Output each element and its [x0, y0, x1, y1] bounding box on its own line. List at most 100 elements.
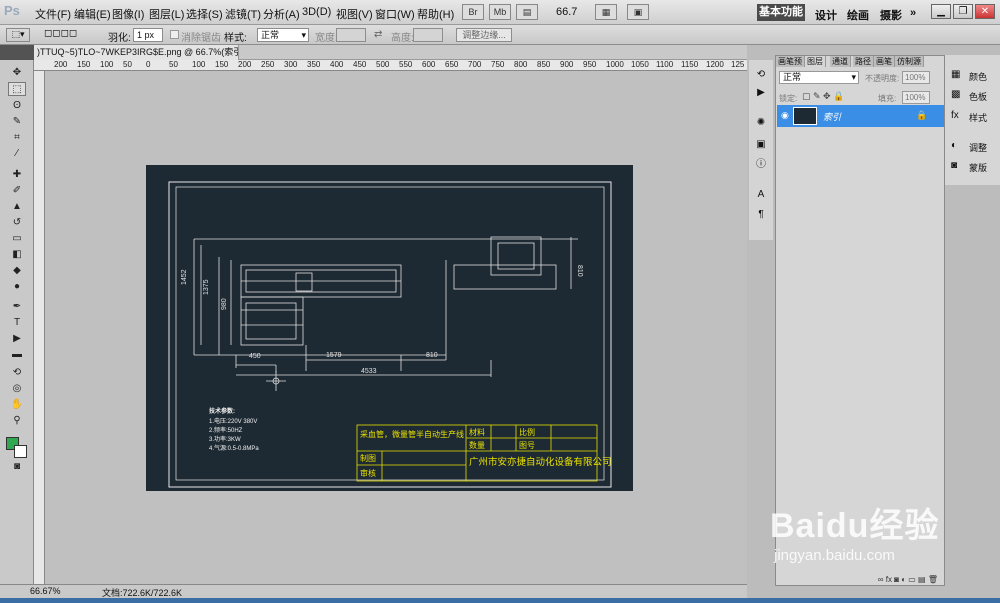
3d-rotate-tool-icon[interactable]: ⟲: [8, 366, 26, 380]
dimension-label: 980: [221, 298, 228, 310]
swap-icon[interactable]: ⇄: [374, 29, 382, 40]
mini-bridge-icon[interactable]: Mb: [489, 4, 511, 20]
layer-thumbnail: [793, 107, 817, 125]
bridge-icon[interactable]: Br: [462, 4, 484, 20]
antialias-checkbox[interactable]: [170, 30, 179, 39]
info-panel-icon[interactable]: ⓘ: [752, 158, 770, 172]
blend-mode-select[interactable]: 正常 ▾: [779, 71, 859, 84]
clone-stamp-tool-icon[interactable]: ▲: [8, 200, 26, 214]
tab-layers[interactable]: 图层: [805, 56, 826, 67]
eye-icon[interactable]: ◉: [781, 110, 789, 121]
workspace-photography[interactable]: 摄影: [880, 7, 902, 23]
dodge-tool-icon[interactable]: ●: [8, 280, 26, 294]
color-panel-icon[interactable]: ▦: [951, 69, 960, 80]
adjustments-panel-icon[interactable]: ◐: [951, 140, 957, 151]
healing-brush-tool-icon[interactable]: ✚: [8, 168, 26, 182]
menu-image[interactable]: 图像(I): [112, 6, 144, 22]
zoom-level-select[interactable]: 66.7: [556, 6, 577, 18]
navigator-panel-icon[interactable]: ▣: [752, 138, 770, 152]
opacity-input[interactable]: 100%: [902, 71, 930, 84]
tab-channels[interactable]: 通道: [830, 56, 851, 67]
ruler-label: 100: [100, 60, 114, 69]
lasso-tool-icon[interactable]: ʘ: [8, 99, 26, 113]
restore-icon[interactable]: ❐: [953, 4, 973, 19]
styles-panel-icon[interactable]: fx: [951, 110, 959, 121]
document-tab[interactable]: )TTUQ~5)TLO~7WKEP3IRG$E.png @ 66.7%(索引) …: [34, 45, 239, 60]
fill-input[interactable]: 100%: [902, 91, 930, 104]
history-brush-tool-icon[interactable]: ↺: [8, 216, 26, 230]
workspace-more[interactable]: »: [910, 7, 916, 19]
history-panel-icon[interactable]: ⟲: [752, 68, 770, 82]
refine-edge-button[interactable]: 调整边缘...: [456, 28, 512, 42]
tab-paths[interactable]: 路径: [853, 56, 874, 67]
view-extras-icon[interactable]: ▤: [516, 4, 538, 20]
crop-tool-icon[interactable]: ⌗: [8, 131, 26, 145]
height-input[interactable]: [413, 28, 443, 42]
canvas-area[interactable]: 1579 4533 810 450 1452 1375 980 810 技术参数…: [45, 71, 747, 584]
blur-tool-icon[interactable]: ◆: [8, 264, 26, 278]
quantity-label: 数量: [469, 440, 485, 450]
close-icon[interactable]: ✕: [975, 4, 995, 19]
hand-tool-icon[interactable]: ✋: [8, 398, 26, 412]
width-input[interactable]: [336, 28, 366, 42]
panel-styles[interactable]: 样式: [969, 111, 987, 124]
pen-tool-icon[interactable]: ✒: [8, 300, 26, 314]
feather-input[interactable]: 1 px: [133, 28, 163, 42]
antialias-label: 消除锯齿: [181, 33, 221, 44]
eraser-tool-icon[interactable]: ▭: [8, 232, 26, 246]
masks-panel-icon[interactable]: ◙: [951, 160, 957, 171]
document-image[interactable]: 1579 4533 810 450 1452 1375 980 810 技术参数…: [146, 165, 633, 491]
quick-select-tool-icon[interactable]: ✎: [8, 115, 26, 129]
move-tool-icon[interactable]: ✥: [8, 66, 26, 80]
tab-brush-presets[interactable]: 画笔预: [776, 56, 805, 67]
style-select[interactable]: 正常 ▾: [257, 28, 309, 42]
selection-mode-icons[interactable]: ◻◻◻◻: [44, 28, 96, 42]
menu-select[interactable]: 选择(S): [186, 6, 223, 22]
minimize-icon[interactable]: ▁: [931, 4, 951, 19]
menu-edit[interactable]: 编辑(E): [74, 6, 111, 22]
marquee-preset-icon[interactable]: ⬚▾: [6, 28, 30, 42]
path-select-tool-icon[interactable]: ▶: [8, 332, 26, 346]
background-color-swatch[interactable]: [14, 445, 27, 458]
layer-name[interactable]: 索引: [823, 110, 841, 123]
workspace-essentials-button[interactable]: 基本功能: [757, 4, 805, 21]
workspace-painting[interactable]: 绘画: [847, 7, 869, 23]
3d-panel-icon[interactable]: ✺: [752, 116, 770, 130]
quick-mask-icon[interactable]: ◙: [8, 460, 26, 474]
workspace-design[interactable]: 设计: [815, 7, 837, 23]
zoom-tool-icon[interactable]: ⚲: [8, 414, 26, 428]
menu-file[interactable]: 文件(F): [35, 6, 71, 22]
menu-filter[interactable]: 滤镜(T): [225, 6, 261, 22]
lock-icons[interactable]: ▢ ✎ ✥ 🔒: [802, 91, 844, 102]
layer-row[interactable]: ◉ 索引 🔒: [777, 105, 944, 127]
menu-window[interactable]: 窗口(W): [375, 6, 415, 22]
actions-panel-icon[interactable]: ▶: [752, 86, 770, 100]
brush-tool-icon[interactable]: ✐: [8, 184, 26, 198]
eyedropper-tool-icon[interactable]: ⁄: [8, 147, 26, 161]
menu-view[interactable]: 视图(V): [336, 6, 373, 22]
paragraph-panel-icon[interactable]: ¶: [752, 208, 770, 222]
type-tool-icon[interactable]: T: [8, 316, 26, 330]
panel-swatches[interactable]: 色板: [969, 90, 987, 103]
marquee-tool-icon[interactable]: ⬚: [8, 82, 26, 96]
character-panel-icon[interactable]: A: [752, 188, 770, 202]
arrange-documents-icon[interactable]: ▦: [595, 4, 617, 20]
menu-help[interactable]: 帮助(H): [417, 6, 454, 22]
3d-orbit-tool-icon[interactable]: ◎: [8, 382, 26, 396]
menu-analysis[interactable]: 分析(A): [263, 6, 300, 22]
lock-icon: 🔒: [916, 110, 928, 120]
menu-3d[interactable]: 3D(D): [302, 6, 331, 18]
panel-adjustments[interactable]: 调整: [969, 141, 987, 154]
screen-mode-icon[interactable]: ▣: [627, 4, 649, 20]
menu-bar: Ps 文件(F) 编辑(E) 图像(I) 图层(L) 选择(S) 滤镜(T) 分…: [0, 0, 1000, 25]
panel-color[interactable]: 颜色: [969, 70, 987, 83]
panel-masks[interactable]: 蒙版: [969, 161, 987, 174]
menu-layer[interactable]: 图层(L): [149, 6, 184, 22]
tab-clone-source[interactable]: 仿制源: [895, 56, 924, 67]
zoom-percentage[interactable]: 66.67%: [30, 586, 61, 596]
swatches-panel-icon[interactable]: ▩: [951, 89, 960, 100]
tab-brush[interactable]: 画笔: [874, 56, 895, 67]
shape-tool-icon[interactable]: ▬: [8, 348, 26, 362]
ruler-label: 350: [307, 60, 321, 69]
gradient-tool-icon[interactable]: ◧: [8, 248, 26, 262]
